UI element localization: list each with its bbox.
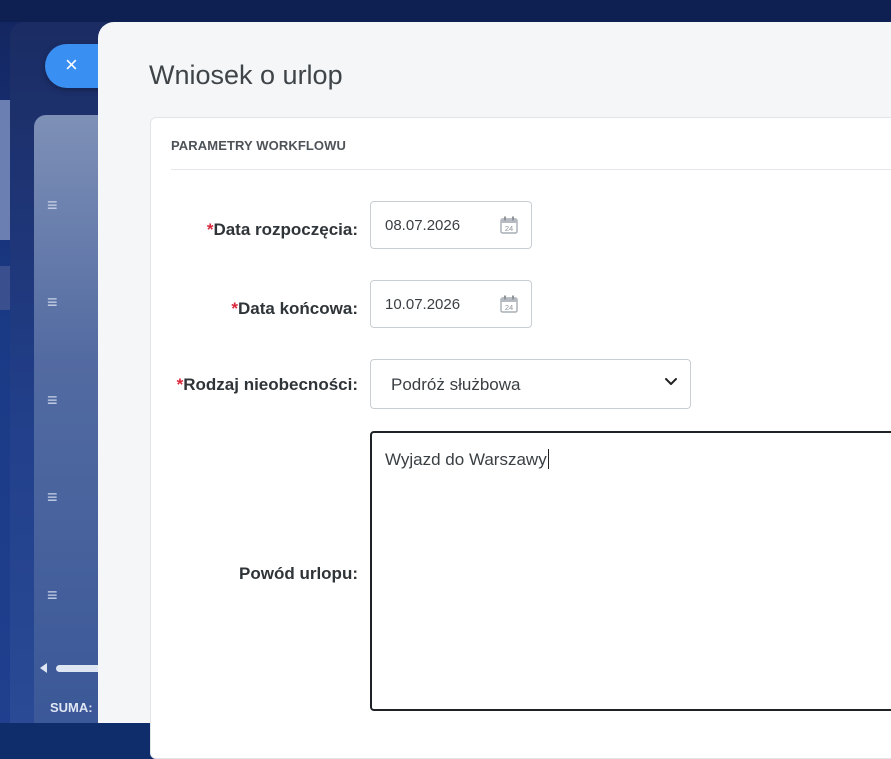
backdrop-left-strip xyxy=(0,100,10,240)
calendar-icon[interactable]: 24 xyxy=(500,295,518,313)
start-date-label: *Data rozpoczęcia: xyxy=(206,220,358,239)
drag-handle-icon: ≡ xyxy=(47,292,58,312)
reason-textarea[interactable]: Wyjazd do Warszawy xyxy=(370,431,891,711)
drag-handle-icon: ≡ xyxy=(47,195,58,215)
scroll-left-icon xyxy=(40,663,47,673)
absence-type-value: Podróż służbowa xyxy=(391,375,521,394)
drag-handle-icon: ≡ xyxy=(47,390,58,410)
svg-text:24: 24 xyxy=(505,303,513,312)
section-header: PARAMETRY WORKFLOWU xyxy=(171,138,346,153)
modal-title: Wniosek o urlop xyxy=(149,60,343,90)
end-date-value: 10.07.2026 xyxy=(385,296,461,313)
close-icon: × xyxy=(65,52,78,77)
workflow-parameters-card: PARAMETRY WORKFLOWU *Data rozpoczęcia: 0… xyxy=(150,117,891,759)
leave-request-modal: Wniosek o urlop PARAMETRY WORKFLOWU *Dat… xyxy=(98,22,891,759)
drag-handle-icon: ≡ xyxy=(47,585,58,605)
chevron-down-icon xyxy=(665,378,677,385)
drag-handle-icon: ≡ xyxy=(47,487,58,507)
absence-type-select[interactable]: Podróż służbowa xyxy=(370,359,691,409)
reason-label: Powód urlopu: xyxy=(239,564,358,583)
start-date-value: 08.07.2026 xyxy=(385,217,461,234)
end-date-input[interactable]: 10.07.2026 24 xyxy=(370,280,532,328)
end-date-label: *Data końcowa: xyxy=(231,299,358,318)
start-date-input[interactable]: 08.07.2026 24 xyxy=(370,201,532,249)
section-divider xyxy=(171,169,891,170)
backdrop-left-strip-2 xyxy=(0,266,10,310)
absence-type-label: *Rodzaj nieobecności: xyxy=(176,375,358,394)
backdrop-sum-label: SUMA: xyxy=(50,700,93,715)
calendar-icon[interactable]: 24 xyxy=(500,216,518,234)
backdrop-topbar xyxy=(0,0,891,22)
svg-text:24: 24 xyxy=(505,224,513,233)
text-caret xyxy=(547,449,549,469)
reason-value: Wyjazd do Warszawy xyxy=(385,449,549,469)
backdrop-scrollbar xyxy=(40,663,116,673)
